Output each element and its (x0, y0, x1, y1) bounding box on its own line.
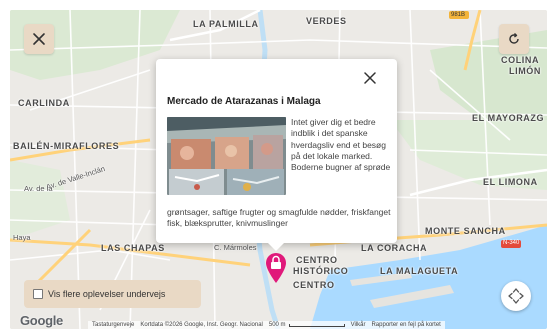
map-label-bailen-miraflores: BAILÉN-MIRAFLORES (13, 141, 120, 151)
road-label-av-de-la: Av. de la (24, 184, 53, 193)
map-label-centro-historico-2: HISTÓRICO (293, 266, 349, 276)
popup-description-full: grøntsager, saftige frugter og smagfulde… (167, 207, 391, 229)
map-label-la-malagueta: LA MALAGUETA (380, 266, 459, 276)
map-label-colina: COLINA (501, 55, 540, 65)
market-photo (167, 117, 286, 195)
map-label-el-mayorazgo: EL MAYORAZG (472, 113, 545, 123)
reset-map-button[interactable] (499, 24, 529, 54)
map-label-centro-historico-1: CENTRO (296, 255, 338, 265)
scale-bar-line (288, 323, 345, 327)
close-icon (364, 72, 376, 84)
popup-title: Mercado de Atarazanas i Malaga (167, 96, 321, 107)
close-icon (33, 33, 45, 45)
road-label-c-marmoles: C. Mármoles (214, 243, 257, 252)
map-label-la-palmilla: LA PALMILLA (193, 19, 259, 29)
refresh-icon (509, 32, 519, 44)
road-label-981b: 981B (451, 12, 466, 18)
google-logo[interactable]: Google (20, 313, 63, 328)
popup-description-wrapped: Intet giver dig et bedre indblik i det s… (291, 117, 391, 173)
map-label-monte-sancha: MONTE SANCHA (425, 226, 506, 236)
map-label-las-chapas: LAS CHAPAS (101, 243, 165, 253)
show-more-experiences-toggle[interactable]: Vis flere oplevelser undervejs (24, 280, 201, 308)
popup-close-button[interactable] (361, 69, 379, 87)
road-label-n-340: N-340 (503, 240, 520, 246)
location-pin-marker[interactable] (265, 252, 287, 284)
map-label-carlinda: CARLINDA (18, 98, 70, 108)
scale-bar: 500 m (269, 322, 345, 328)
map-data-attribution: Kortdata ©2026 Google, Inst. Geogr. Naci… (140, 322, 263, 328)
close-map-button[interactable] (24, 24, 54, 54)
map-footer: Tastaturgenveje Kortdata ©2026 Google, I… (88, 321, 445, 329)
road-label-haya: Haya (13, 233, 31, 242)
info-popup: Mercado de Atarazanas i Malaga Intet giv… (156, 59, 397, 251)
map-label-verdes: VERDES (306, 16, 347, 26)
checkbox[interactable] (33, 289, 43, 299)
map-label-el-limonar: EL LIMONA (483, 177, 538, 187)
map-pin-icon (266, 253, 286, 283)
scale-label: 500 m (268, 322, 286, 328)
map-label-centro: CENTRO (293, 280, 335, 290)
map-label-la-coracha: LA CORACHA (361, 243, 428, 253)
terms-link[interactable]: Vilkår (351, 322, 366, 328)
map-label-limon: LIMÓN (509, 66, 541, 76)
checkbox-label: Vis flere oplevelser undervejs (48, 289, 166, 299)
crosshair-icon (508, 288, 524, 304)
keyboard-shortcuts-link[interactable]: Tastaturgenveje (92, 322, 134, 328)
report-error-link[interactable]: Rapporter en fejl på kortet (371, 322, 440, 328)
my-location-button[interactable] (501, 281, 531, 311)
